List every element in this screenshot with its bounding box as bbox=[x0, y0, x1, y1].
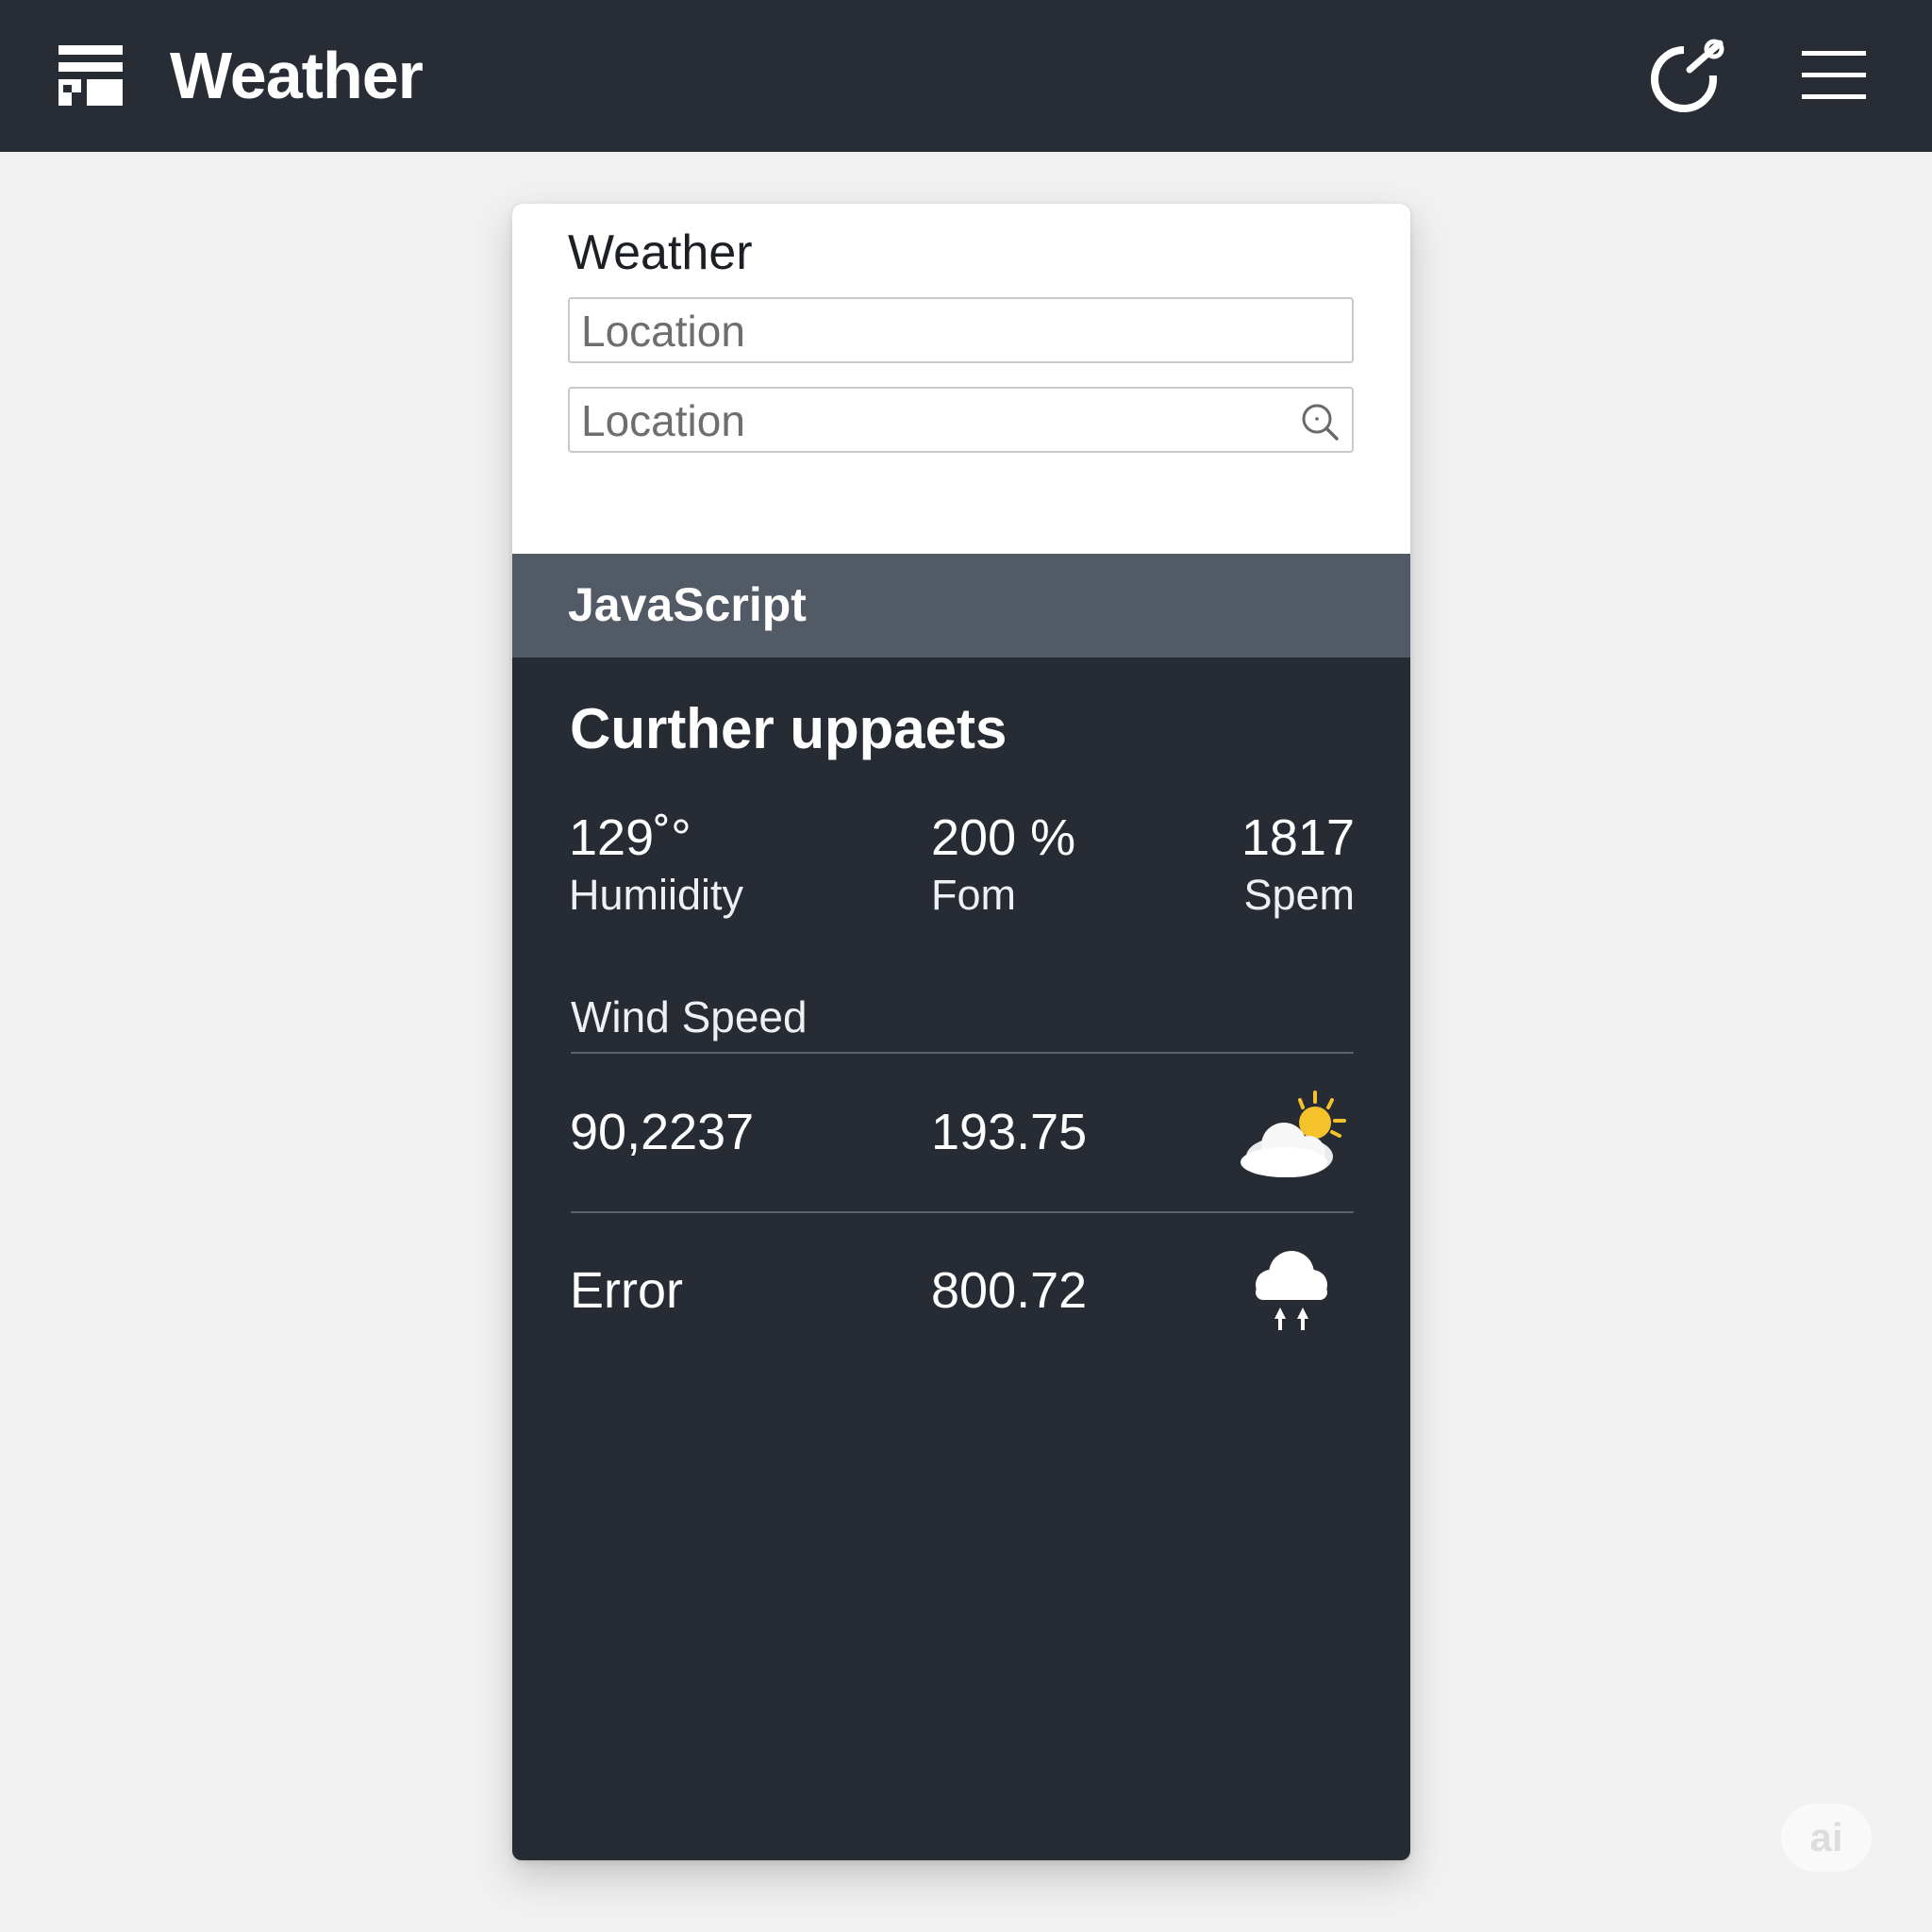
stat-humidity: 129˚° Humiidity bbox=[569, 808, 743, 923]
refresh-icon[interactable] bbox=[1646, 38, 1731, 117]
stat-value: 129˚° bbox=[569, 809, 691, 866]
hamburger-menu-icon[interactable] bbox=[1802, 45, 1872, 106]
top-app-bar: Weather bbox=[0, 0, 1932, 152]
location-input-2[interactable] bbox=[579, 389, 1300, 453]
weather-card: Weather JavaScript Curther uppaets 129˚°… bbox=[512, 204, 1410, 1860]
partly-cloudy-icon bbox=[1241, 1091, 1346, 1177]
stat-label: Humiidity bbox=[569, 871, 744, 919]
stat-value: 200 % bbox=[931, 809, 1076, 866]
updates-title: Curther uppaets bbox=[570, 697, 1008, 760]
row-1-col-2: 193.75 bbox=[931, 1104, 1088, 1160]
grid-layout-icon bbox=[58, 45, 123, 106]
row-2-col-1: Error bbox=[570, 1262, 683, 1319]
location-input-1[interactable] bbox=[579, 299, 1300, 363]
location-field-1[interactable] bbox=[568, 297, 1354, 363]
row-1-col-1: 90,2237 bbox=[570, 1104, 755, 1160]
stat-label: Spem bbox=[1243, 871, 1355, 919]
search-icon[interactable] bbox=[1299, 401, 1341, 442]
row-2-col-2: 800.72 bbox=[931, 1262, 1088, 1319]
stat-fom: 200 % Fom bbox=[931, 808, 1075, 923]
card-heading: Weather bbox=[568, 225, 753, 280]
watermark-badge: ai bbox=[1781, 1804, 1872, 1872]
rain-cloud-icon bbox=[1256, 1251, 1327, 1330]
divider bbox=[571, 1211, 1354, 1213]
wind-speed-label: Wind Speed bbox=[571, 992, 808, 1041]
search-panel: Weather bbox=[512, 204, 1410, 554]
section-header: JavaScript bbox=[512, 554, 1410, 658]
app-title: Weather bbox=[170, 39, 424, 112]
divider bbox=[571, 1052, 1354, 1054]
stat-label: Fom bbox=[931, 871, 1016, 919]
section-label: JavaScript bbox=[568, 578, 807, 631]
stat-value: 1817 bbox=[1241, 809, 1355, 866]
stat-spem: 1817 Spem bbox=[1241, 808, 1355, 923]
location-field-2[interactable] bbox=[568, 387, 1354, 453]
